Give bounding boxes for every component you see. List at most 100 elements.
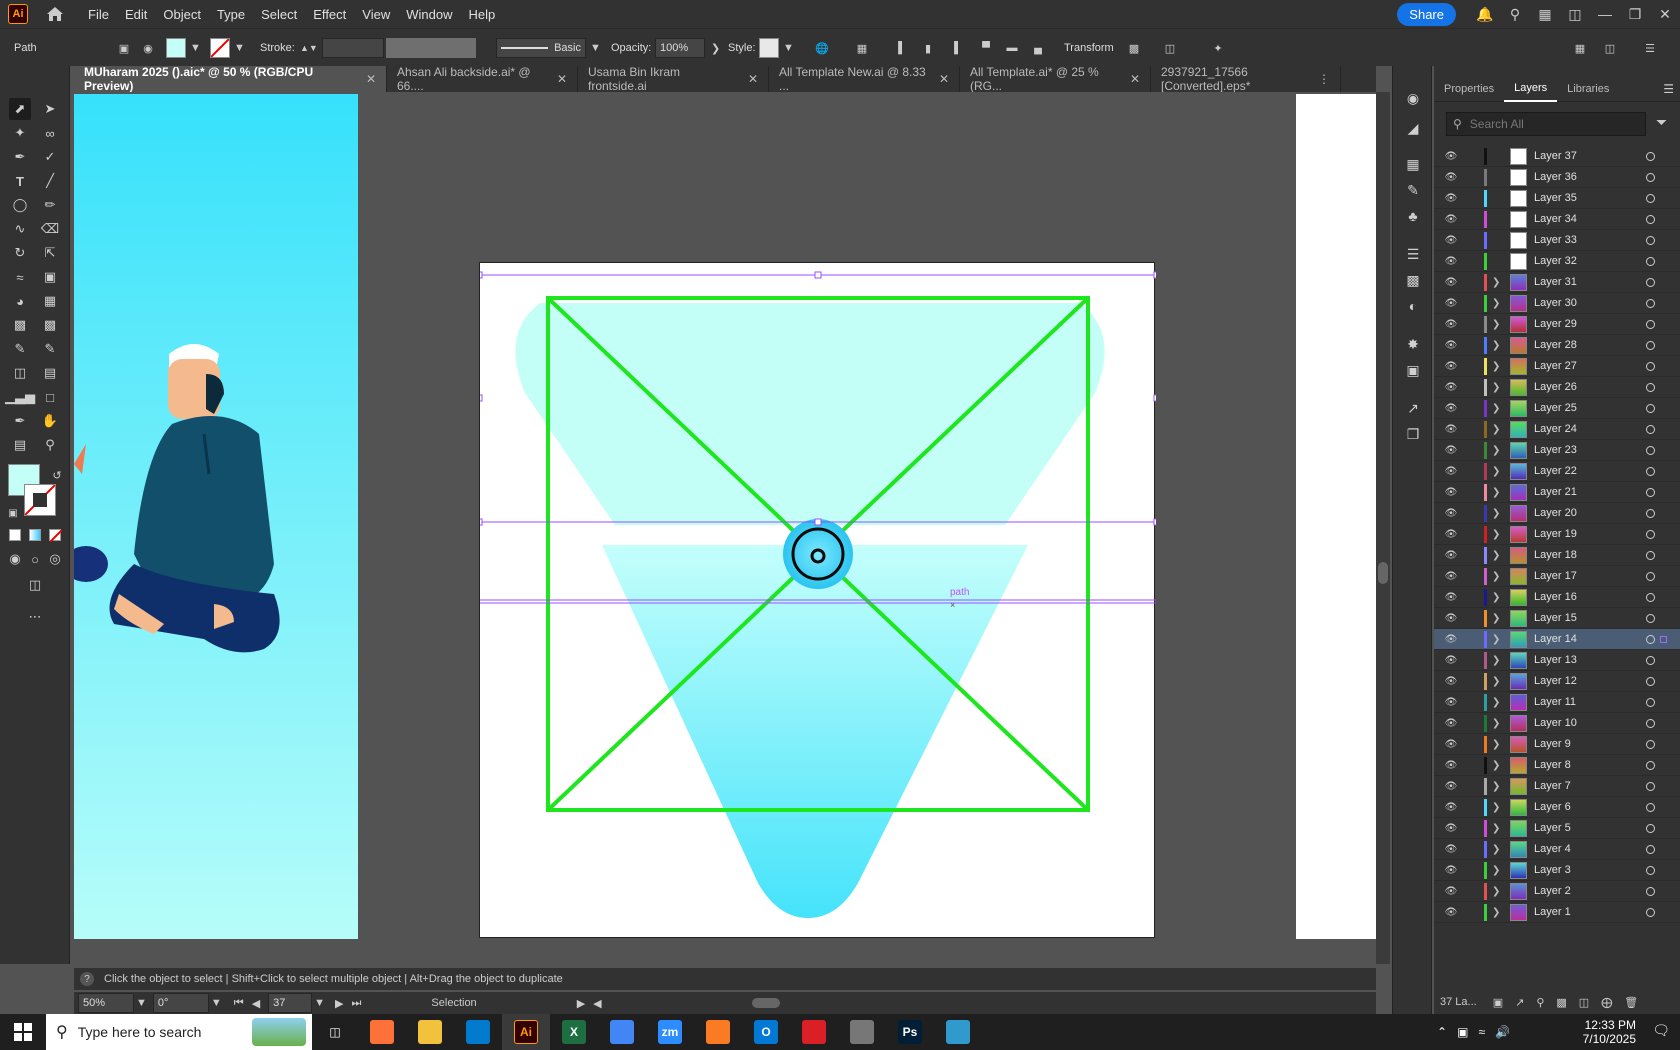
- layer-row[interactable]: 👁 ❯ Layer 2: [1434, 881, 1680, 902]
- vscode-taskbar-icon[interactable]: [454, 1014, 502, 1050]
- align-left-icon[interactable]: ▌: [892, 38, 912, 58]
- align-center-icon[interactable]: ▮: [918, 38, 938, 58]
- scroll-left-icon[interactable]: ◀: [593, 997, 601, 1010]
- visibility-eye-icon[interactable]: 👁: [1444, 739, 1458, 750]
- layer-name[interactable]: Layer 22: [1534, 465, 1577, 477]
- recolor-icon[interactable]: ▣: [114, 38, 134, 58]
- more-tools-icon[interactable]: ⋯: [24, 606, 46, 628]
- zoom-taskbar-icon[interactable]: zm: [646, 1014, 694, 1050]
- visibility-eye-icon[interactable]: 👁: [1444, 151, 1458, 162]
- layer-name[interactable]: Layer 30: [1534, 297, 1577, 309]
- expand-chevron-icon[interactable]: ❯: [1492, 382, 1500, 393]
- shape-builder-tool-icon[interactable]: ◕: [9, 290, 31, 312]
- visibility-eye-icon[interactable]: 👁: [1444, 235, 1458, 246]
- delete-layer-icon[interactable]: 🗑: [1624, 996, 1638, 1009]
- layer-name[interactable]: Layer 27: [1534, 360, 1577, 372]
- layer-target-icon[interactable]: [1646, 214, 1655, 224]
- artboard-right[interactable]: [1296, 94, 1376, 939]
- layer-target-icon[interactable]: [1646, 361, 1655, 371]
- layer-target-icon[interactable]: [1646, 865, 1655, 875]
- close-icon[interactable]: ✕: [557, 72, 567, 86]
- close-icon[interactable]: ✕: [366, 72, 376, 86]
- stroke-stepper-icon[interactable]: ▲▼: [300, 43, 318, 53]
- upper-triangle-shape[interactable]: [515, 303, 1105, 525]
- visibility-eye-icon[interactable]: 👁: [1444, 340, 1458, 351]
- layer-target-icon[interactable]: [1646, 655, 1655, 665]
- expand-chevron-icon[interactable]: ❯: [1492, 613, 1500, 624]
- image-trace-icon[interactable]: ▣: [1403, 360, 1423, 380]
- expand-chevron-icon[interactable]: ❯: [1492, 865, 1500, 876]
- chrome-taskbar-icon[interactable]: [598, 1014, 646, 1050]
- firefox-taskbar-icon[interactable]: [358, 1014, 406, 1050]
- none-mode-icon[interactable]: [44, 524, 66, 546]
- layer-row[interactable]: 👁 Layer 36: [1434, 167, 1680, 188]
- last-artboard-icon[interactable]: ⏭: [352, 997, 362, 1010]
- stroke-dropdown-icon[interactable]: ▼: [234, 42, 245, 54]
- visibility-eye-icon[interactable]: 👁: [1444, 676, 1458, 687]
- curvature-tool-icon[interactable]: ✓: [39, 146, 61, 168]
- draw-behind-icon[interactable]: ○: [24, 548, 46, 570]
- layer-row[interactable]: 👁 ❯ Layer 27: [1434, 356, 1680, 377]
- expand-chevron-icon[interactable]: ❯: [1492, 466, 1500, 477]
- expand-chevron-icon[interactable]: ❯: [1492, 886, 1500, 897]
- style-dropdown-icon[interactable]: ▼: [783, 42, 794, 54]
- brushes-icon[interactable]: ✎: [1403, 180, 1423, 200]
- layer-row[interactable]: 👁 Layer 33: [1434, 230, 1680, 251]
- swatches-icon[interactable]: ▦: [1403, 154, 1423, 174]
- pen-tool-app-taskbar-icon[interactable]: [838, 1014, 886, 1050]
- tab-all-template[interactable]: All Template.ai* @ 25 % (RG... ✕: [960, 65, 1151, 93]
- appearance-icon[interactable]: ◉: [1403, 88, 1423, 108]
- panel-menu-icon[interactable]: ☰: [1640, 38, 1660, 58]
- opacity-label[interactable]: Opacity:: [611, 29, 651, 67]
- layer-target-icon[interactable]: [1646, 340, 1655, 350]
- layer-target-icon[interactable]: [1646, 802, 1655, 812]
- layer-name[interactable]: Layer 1: [1534, 906, 1571, 918]
- align-bottom-icon[interactable]: ▄: [1028, 38, 1048, 58]
- close-icon[interactable]: ⋮: [1318, 72, 1330, 86]
- expand-chevron-icon[interactable]: ❯: [1492, 277, 1500, 288]
- misc-app-taskbar-icon[interactable]: [934, 1014, 982, 1050]
- print-tiling-tool-icon[interactable]: ▤: [9, 434, 31, 456]
- visibility-eye-icon[interactable]: 👁: [1444, 802, 1458, 813]
- shaper-tool-icon[interactable]: ∿: [9, 218, 31, 240]
- bell-icon[interactable]: 🔔: [1470, 0, 1500, 28]
- variable-width-profile[interactable]: [386, 38, 476, 58]
- layer-target-icon[interactable]: [1646, 277, 1655, 287]
- layer-name[interactable]: Layer 7: [1534, 780, 1571, 792]
- visibility-eye-icon[interactable]: 👁: [1444, 256, 1458, 267]
- expand-chevron-icon[interactable]: ❯: [1492, 361, 1500, 372]
- layer-row[interactable]: 👁 ❯ Layer 30: [1434, 293, 1680, 314]
- visibility-eye-icon[interactable]: 👁: [1444, 592, 1458, 603]
- panel-layout-icon[interactable]: ▦: [1570, 38, 1590, 58]
- layer-target-icon[interactable]: [1646, 697, 1655, 707]
- expand-chevron-icon[interactable]: ❯: [1492, 676, 1500, 687]
- layer-row[interactable]: 👁 ❯ Layer 11: [1434, 692, 1680, 713]
- layer-target-icon[interactable]: [1646, 193, 1655, 203]
- search-highlight-image[interactable]: [252, 1018, 306, 1046]
- expand-chevron-icon[interactable]: ❯: [1492, 424, 1500, 435]
- layer-target-icon[interactable]: [1646, 466, 1655, 476]
- tab-properties[interactable]: Properties: [1434, 76, 1504, 102]
- visibility-eye-icon[interactable]: 👁: [1444, 466, 1458, 477]
- show-hidden-icons-icon[interactable]: ⌃: [1437, 1025, 1447, 1039]
- layer-row[interactable]: 👁 ❯ Layer 10: [1434, 713, 1680, 734]
- status-expand-icon[interactable]: ▶: [577, 997, 585, 1010]
- expand-chevron-icon[interactable]: ❯: [1492, 592, 1500, 603]
- layer-row[interactable]: 👁 ❯ Layer 26: [1434, 377, 1680, 398]
- outlook-taskbar-icon[interactable]: O: [742, 1014, 790, 1050]
- layer-name[interactable]: Layer 33: [1534, 234, 1577, 246]
- layer-target-icon[interactable]: [1646, 403, 1655, 413]
- layer-target-icon[interactable]: [1646, 256, 1655, 266]
- layer-target-icon[interactable]: [1646, 319, 1655, 329]
- visibility-eye-icon[interactable]: 👁: [1444, 655, 1458, 666]
- scale-tool-icon[interactable]: ⇱: [39, 242, 61, 264]
- new-sublayer-icon[interactable]: ◫: [1579, 996, 1589, 1009]
- tab-usama[interactable]: Usama Bin Ikram frontside.ai ✕: [578, 65, 769, 93]
- symbols-icon[interactable]: ♣: [1403, 206, 1423, 226]
- layer-name[interactable]: Layer 8: [1534, 759, 1571, 771]
- layer-target-icon[interactable]: [1646, 529, 1655, 539]
- layer-row[interactable]: 👁 Layer 37: [1434, 146, 1680, 167]
- visibility-eye-icon[interactable]: 👁: [1444, 361, 1458, 372]
- hand-tool-icon[interactable]: ✋: [39, 410, 61, 432]
- line-tool-icon[interactable]: ╱: [39, 170, 61, 192]
